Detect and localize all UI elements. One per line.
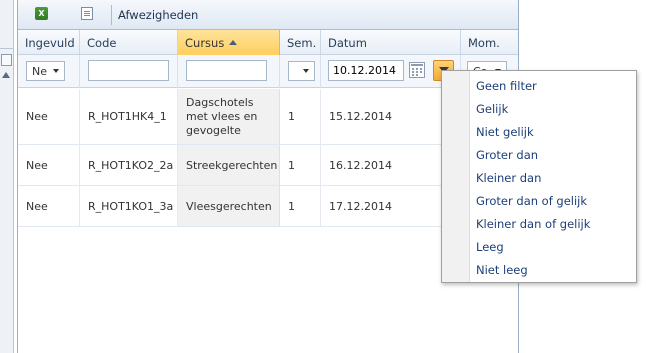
- grid-toolbar: X Afwezigheden: [18, 0, 518, 30]
- cell-sem: 1: [280, 89, 321, 144]
- cursus-filter-input[interactable]: [186, 60, 267, 81]
- absences-tab[interactable]: Afwezigheden: [118, 8, 198, 22]
- splitter-divider: [0, 48, 14, 49]
- cell-cursus: Vleesgerechten: [178, 186, 280, 226]
- document-icon: [81, 7, 93, 20]
- filter-cell-datum: [321, 55, 461, 88]
- cell-code: R_HOT1KO2_2a: [80, 145, 178, 185]
- cell-sem: 1: [280, 145, 321, 185]
- header-datum[interactable]: Datum: [321, 30, 461, 55]
- chevron-down-icon: [303, 69, 309, 73]
- code-filter-input[interactable]: [88, 60, 169, 81]
- filter-cell-sem: [280, 55, 321, 88]
- datum-filter-input[interactable]: [328, 60, 404, 81]
- menu-item-niet-gelijk[interactable]: Niet gelijk: [476, 121, 534, 143]
- menu-item-geen-filter[interactable]: Geen filter: [476, 75, 537, 97]
- cell-ingevuld: Nee: [18, 186, 80, 226]
- menu-item-kleiner-dan[interactable]: Kleiner dan: [476, 167, 541, 189]
- cell-code: R_HOT1HK4_1: [80, 89, 178, 144]
- cell-cursus: Streekgerechten: [178, 145, 280, 185]
- cell-cursus: Dagschotels met vlees en gevogelte: [178, 89, 280, 144]
- cell-ingevuld: Nee: [18, 89, 80, 144]
- header-sem[interactable]: Sem.: [280, 30, 321, 55]
- menu-item-kleiner-dan-of-gelijk[interactable]: Kleiner dan of gelijk: [476, 213, 590, 235]
- menu-icon-gutter: [442, 71, 470, 282]
- ingevuld-filter-select[interactable]: Ne: [26, 61, 65, 81]
- header-code[interactable]: Code: [80, 30, 178, 55]
- calendar-icon[interactable]: [409, 62, 425, 78]
- menu-item-groter-dan[interactable]: Groter dan: [476, 144, 538, 166]
- export-document-button[interactable]: [78, 6, 98, 24]
- header-mom[interactable]: Mom.: [461, 30, 518, 55]
- cell-datum: 16.12.2014: [321, 145, 461, 185]
- export-excel-button[interactable]: X: [32, 6, 52, 24]
- toolbar-divider: [111, 5, 112, 25]
- sem-filter-select[interactable]: [288, 61, 315, 81]
- header-ingevuld[interactable]: Ingevuld: [18, 30, 80, 55]
- left-splitter[interactable]: [0, 0, 14, 353]
- header-cursus[interactable]: Cursus: [178, 30, 280, 55]
- sort-ascending-icon: [229, 40, 238, 45]
- filter-operator-menu: Geen filter Gelijk Niet gelijk Groter da…: [441, 70, 637, 283]
- collapse-up-icon[interactable]: [2, 72, 10, 78]
- menu-item-leeg[interactable]: Leeg: [476, 236, 504, 258]
- filter-cell-ingevuld: Ne: [18, 55, 80, 88]
- cell-sem: 1: [280, 186, 321, 226]
- filter-cell-code: [80, 55, 178, 88]
- excel-icon: X: [35, 7, 48, 20]
- filter-cell-cursus: [178, 55, 280, 88]
- cell-datum: 17.12.2014: [321, 186, 461, 226]
- menu-item-niet-leeg[interactable]: Niet leeg: [476, 259, 528, 281]
- menu-item-gelijk[interactable]: Gelijk: [476, 98, 508, 120]
- cell-datum: 15.12.2014: [321, 89, 461, 144]
- cell-ingevuld: Nee: [18, 145, 80, 185]
- panel-toggle-icon[interactable]: [1, 54, 12, 66]
- menu-item-groter-dan-of-gelijk[interactable]: Groter dan of gelijk: [476, 190, 587, 212]
- cell-code: R_HOT1KO1_3a: [80, 186, 178, 226]
- column-header-row: Ingevuld Code Cursus Sem. Datum Mom.: [18, 30, 518, 55]
- chevron-down-icon: [53, 69, 59, 73]
